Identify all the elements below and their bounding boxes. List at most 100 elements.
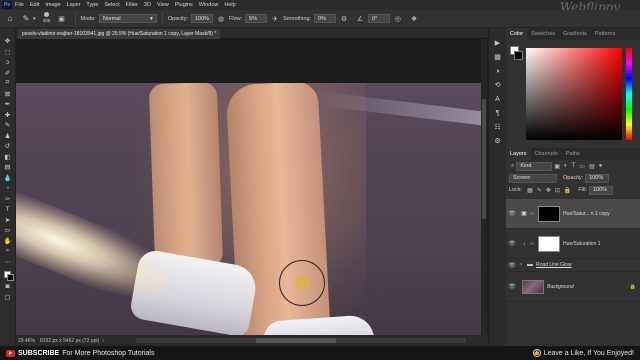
- lock-transparency-icon[interactable]: ▦: [527, 187, 533, 194]
- quick-select-tool-icon[interactable]: ✐: [2, 68, 14, 79]
- link-chain-icon[interactable]: ∞: [530, 241, 535, 247]
- scrollbar-thumb[interactable]: [256, 338, 336, 343]
- visibility-eye-icon[interactable]: 👁: [506, 210, 518, 217]
- gradient-tool-icon[interactable]: ▤: [2, 162, 14, 173]
- chevron-down-icon[interactable]: ▾: [33, 16, 36, 22]
- filter-smart-object-icon[interactable]: ▤: [589, 163, 595, 170]
- hand-tool-icon[interactable]: ✋: [2, 236, 14, 247]
- history-icon[interactable]: ⟲: [492, 78, 504, 92]
- menu-view[interactable]: View: [157, 2, 169, 8]
- menu-plugins[interactable]: Plugins: [175, 2, 193, 8]
- tab-paths[interactable]: Paths: [562, 148, 584, 160]
- mode-select[interactable]: Normal ▾: [98, 14, 157, 23]
- paragraph-icon[interactable]: ¶: [492, 106, 504, 120]
- color-field[interactable]: [526, 48, 622, 140]
- dodge-tool-icon[interactable]: ◔: [2, 183, 14, 194]
- clone-stamp-tool-icon[interactable]: ♟: [2, 131, 14, 142]
- canvas-area[interactable]: [16, 39, 481, 335]
- zoom-tool-icon[interactable]: ⌕: [2, 246, 14, 257]
- history-brush-tool-icon[interactable]: ↺: [2, 141, 14, 152]
- filter-shape-icon[interactable]: ▭: [579, 163, 585, 170]
- chevron-right-icon[interactable]: ›: [102, 338, 104, 344]
- screen-mode-icon[interactable]: ▢: [2, 292, 14, 303]
- move-tool-icon[interactable]: ✥: [2, 36, 14, 47]
- lasso-tool-icon[interactable]: ↄ: [2, 57, 14, 68]
- fill-field[interactable]: 100%: [588, 185, 613, 195]
- vertical-scrollbar[interactable]: [481, 39, 487, 335]
- menu-select[interactable]: Select: [104, 2, 119, 8]
- menu-file[interactable]: File: [15, 2, 24, 8]
- play-icon[interactable]: ▶: [492, 36, 504, 50]
- path-selection-tool-icon[interactable]: ➤: [2, 215, 14, 226]
- properties-icon[interactable]: ⚙: [492, 134, 504, 148]
- hue-slider[interactable]: [626, 48, 632, 140]
- brush-tool-icon[interactable]: ✎: [2, 120, 14, 131]
- scrollbar-thumb[interactable]: [482, 99, 486, 219]
- menu-edit[interactable]: Edit: [30, 2, 39, 8]
- layer-name[interactable]: Hue/Saturation 1: [563, 241, 640, 247]
- layer-row-background[interactable]: 👁 Background 🔒: [506, 272, 640, 302]
- menu-help[interactable]: Help: [224, 2, 235, 8]
- adjustments-icon[interactable]: ◑: [492, 64, 504, 78]
- tab-channels[interactable]: Channels: [531, 148, 562, 160]
- layer-opacity-field[interactable]: 100%: [585, 173, 610, 183]
- layer-mask-thumbnail[interactable]: [538, 235, 560, 252]
- menu-filter[interactable]: Filter: [126, 2, 138, 8]
- tab-color[interactable]: Color: [506, 28, 528, 40]
- tab-gradients[interactable]: Gradients: [559, 28, 591, 40]
- blur-tool-icon[interactable]: 💧: [2, 173, 14, 184]
- airbrush-icon[interactable]: ✈: [270, 14, 280, 24]
- symmetry-icon[interactable]: ❖: [409, 14, 419, 24]
- blend-mode-select[interactable]: Screen: [509, 173, 557, 183]
- filter-pixel-icon[interactable]: ▣: [554, 163, 560, 170]
- brush-settings-icon[interactable]: ▣: [57, 14, 67, 24]
- pressure-size-icon[interactable]: ◎: [393, 14, 403, 24]
- pressure-opacity-icon[interactable]: ◍: [216, 14, 226, 24]
- kind-filter-select[interactable]: Kind: [516, 161, 553, 171]
- filter-type-icon[interactable]: T: [572, 163, 576, 169]
- more-tools-icon[interactable]: ⋯: [2, 257, 14, 268]
- filter-toggle-icon[interactable]: ●: [599, 163, 603, 169]
- layer-row-road-line-glow[interactable]: 👁 › ▬ Road Line Glow: [506, 259, 640, 272]
- lock-artboard-icon[interactable]: ⊡: [555, 187, 560, 194]
- brush-preset-picker[interactable]: 400: [40, 11, 54, 26]
- eraser-tool-icon[interactable]: ◧: [2, 152, 14, 163]
- opacity-field[interactable]: 100%: [191, 14, 213, 23]
- link-chain-icon[interactable]: ∞: [530, 211, 535, 217]
- crop-tool-icon[interactable]: ⌗: [2, 78, 14, 89]
- layer-mask-thumbnail[interactable]: [538, 205, 560, 222]
- type-tool-icon[interactable]: T: [2, 204, 14, 215]
- layer-name[interactable]: Background: [547, 284, 630, 290]
- layer-row-hue-saturation-copy[interactable]: 👁 ▣ ∞ Hue/Satur... n 1 copy: [506, 199, 640, 229]
- info-icon[interactable]: ▦: [492, 50, 504, 64]
- quick-mask-icon[interactable]: ◙: [2, 281, 14, 292]
- angle-field[interactable]: 0°: [367, 14, 390, 23]
- menu-window[interactable]: Window: [199, 2, 219, 8]
- tab-layers[interactable]: Layers: [506, 148, 531, 160]
- zoom-level[interactable]: 29.46%: [18, 338, 40, 344]
- healing-brush-tool-icon[interactable]: ✚: [2, 110, 14, 121]
- lock-pixels-icon[interactable]: ✎: [537, 187, 542, 194]
- lock-all-icon[interactable]: 🔒: [564, 187, 571, 194]
- character-icon[interactable]: A: [492, 92, 504, 106]
- menu-image[interactable]: Image: [45, 2, 60, 8]
- menu-type[interactable]: Type: [86, 2, 98, 8]
- frame-tool-icon[interactable]: ⊠: [2, 89, 14, 100]
- chevron-right-icon[interactable]: ›: [520, 262, 522, 268]
- visibility-eye-icon[interactable]: 👁: [506, 240, 518, 247]
- filter-adjustment-icon[interactable]: ◐: [564, 163, 568, 169]
- layer-row-hue-saturation[interactable]: 👁 ↓ ∞ Hue/Saturation 1: [506, 229, 640, 259]
- layer-name[interactable]: Hue/Satur... n 1 copy: [563, 211, 640, 217]
- smoothing-field[interactable]: 0%: [313, 14, 336, 23]
- rectangle-tool-icon[interactable]: ▭: [2, 225, 14, 236]
- document-image[interactable]: [16, 83, 481, 335]
- flow-field[interactable]: 5%: [245, 14, 268, 23]
- tab-patterns[interactable]: Patterns: [591, 28, 619, 40]
- document-tab[interactable]: pexels-vladimir-srajber-18103941.jpg @ 2…: [18, 29, 221, 39]
- horizontal-scrollbar[interactable]: [136, 338, 466, 343]
- menu-layer[interactable]: Layer: [67, 2, 81, 8]
- lock-position-icon[interactable]: ✥: [546, 187, 551, 194]
- libraries-icon[interactable]: ☷: [492, 120, 504, 134]
- smoothing-options-gear-icon[interactable]: ⚙: [339, 14, 349, 24]
- background-color-swatch[interactable]: [7, 274, 14, 281]
